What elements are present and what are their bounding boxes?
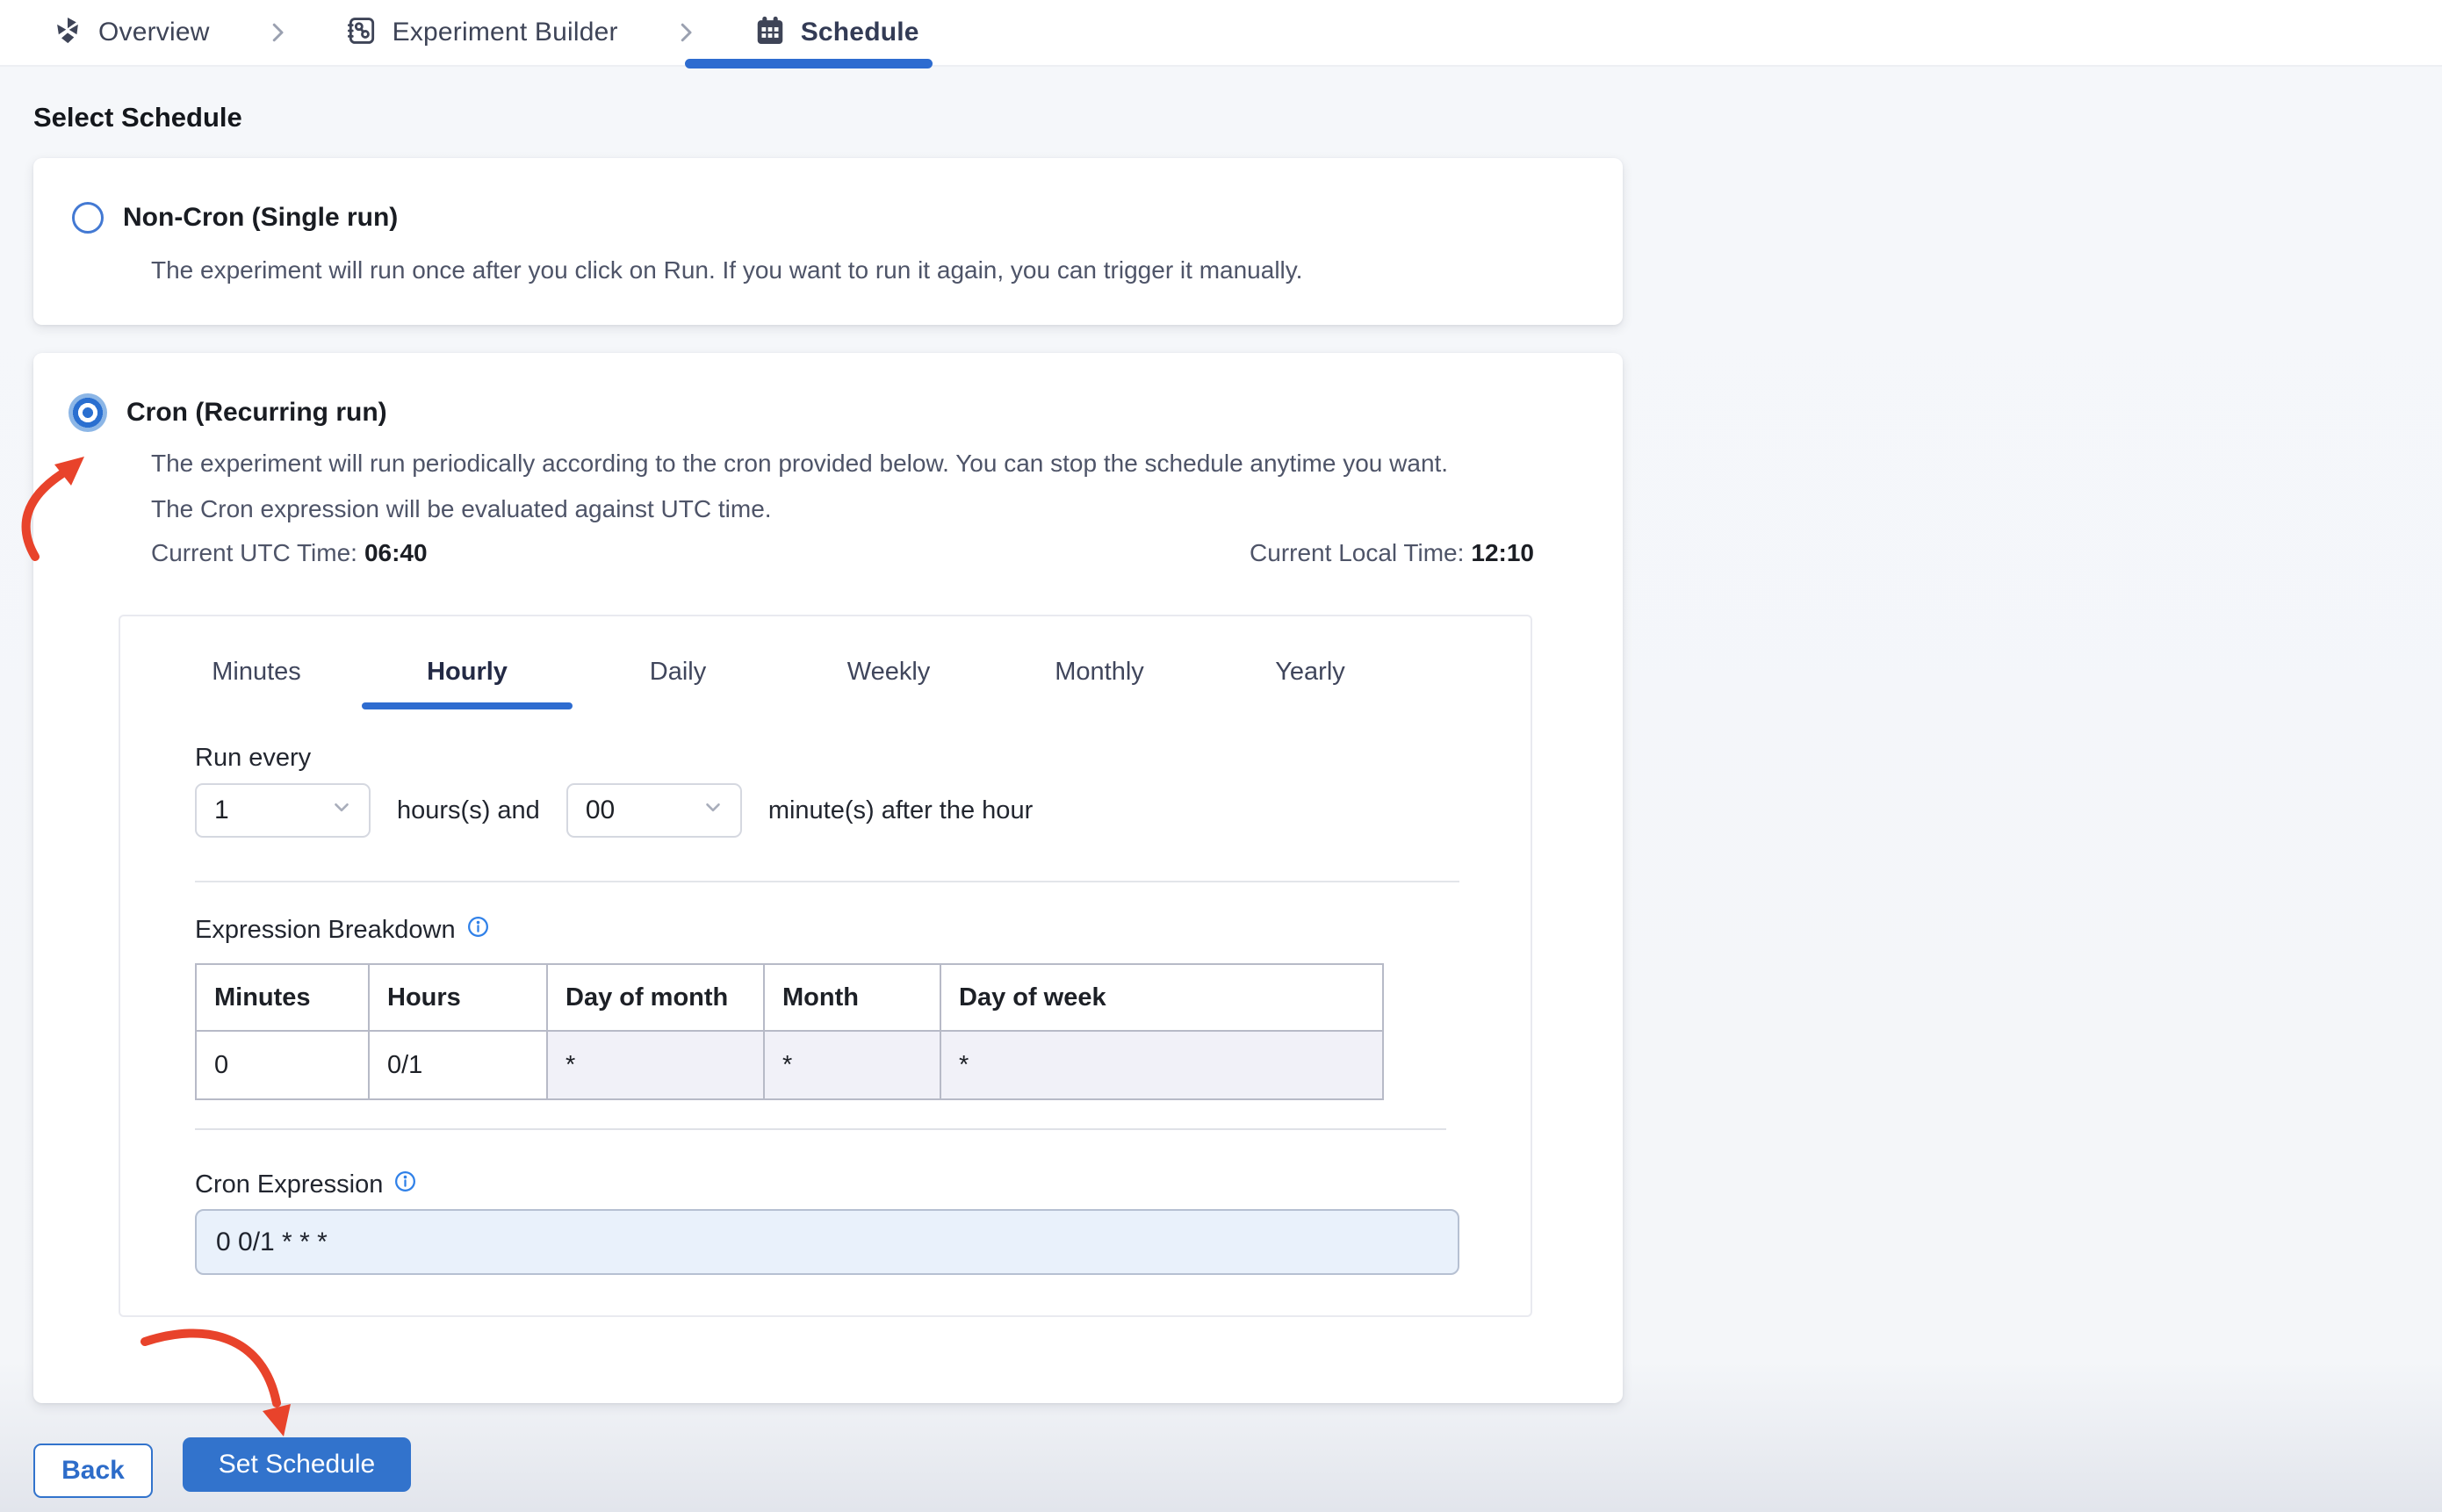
back-button[interactable]: Back [33, 1444, 153, 1498]
active-tab-underline [685, 59, 933, 68]
local-time-value: 12:10 [1471, 539, 1534, 566]
cron-builder-tabs: Minutes Hourly Daily Weekly Monthly Year… [151, 634, 1415, 709]
hours-suffix-text: hours(s) and [397, 796, 540, 824]
non-cron-radio-row[interactable]: Non-Cron (Single run) [72, 202, 398, 234]
cron-description-line1: The experiment will run periodically acc… [151, 450, 1449, 477]
cron-builder-panel: Minutes Hourly Daily Weekly Monthly Year… [119, 615, 1532, 1317]
col-header-day-of-week: Day of week [940, 963, 1384, 1032]
current-utc-time: Current UTC Time: 06:40 [151, 539, 428, 566]
minutes-select-value: 00 [585, 796, 616, 824]
section-divider [195, 1128, 1446, 1130]
tab-weekly[interactable]: Weekly [783, 634, 994, 709]
non-cron-description: The experiment will run once after you c… [151, 256, 1303, 284]
breadcrumb-label-overview: Overview [98, 18, 210, 47]
chevron-down-icon [702, 796, 724, 825]
chevron-right-icon [673, 19, 699, 46]
current-local-time: Current Local Time: 12:10 [1250, 539, 1534, 566]
col-header-hours: Hours [368, 963, 548, 1032]
cell-day-of-month: * [546, 1030, 765, 1100]
tab-minutes[interactable]: Minutes [151, 634, 362, 709]
tab-hourly[interactable]: Hourly [362, 634, 573, 709]
non-cron-title: Non-Cron (Single run) [123, 203, 399, 232]
cron-radio-button[interactable] [68, 393, 107, 432]
top-navigation-bar: Overview Experiment Builder Schedule [0, 0, 2442, 68]
utc-time-value: 06:40 [364, 539, 428, 566]
breadcrumb-item-experiment-builder[interactable]: Experiment Builder [345, 14, 618, 52]
calendar-icon [753, 14, 787, 52]
cell-day-of-week: * [940, 1030, 1384, 1100]
tab-monthly[interactable]: Monthly [994, 634, 1205, 709]
cron-radio-row[interactable]: Cron (Recurring run) [68, 393, 387, 432]
page-title: Select Schedule [33, 102, 242, 133]
non-cron-option-card: Non-Cron (Single run) The experiment wil… [33, 158, 1623, 325]
expression-breakdown-label: Expression Breakdown [195, 915, 490, 946]
col-header-day-of-month: Day of month [546, 963, 765, 1032]
breadcrumb-label-experiment-builder: Experiment Builder [392, 18, 618, 47]
overview-icon [51, 14, 84, 52]
info-icon[interactable] [393, 1170, 417, 1200]
cell-month: * [763, 1030, 941, 1100]
run-every-label: Run every [195, 744, 312, 772]
hours-select-value: 1 [214, 796, 229, 824]
cell-hours: 0/1 [368, 1030, 548, 1100]
info-icon[interactable] [466, 915, 490, 946]
hours-select[interactable]: 1 [195, 783, 371, 838]
breadcrumb-label-schedule: Schedule [800, 18, 919, 47]
breadcrumb: Overview Experiment Builder Schedule [0, 0, 2442, 65]
col-header-minutes: Minutes [195, 963, 370, 1032]
section-divider [195, 881, 1459, 882]
experiment-builder-icon [345, 14, 378, 52]
non-cron-radio-button[interactable] [72, 202, 104, 234]
table-value-row: 0 0/1 * * * [195, 1030, 1384, 1100]
breadcrumb-item-overview[interactable]: Overview [51, 14, 210, 52]
cell-minutes: 0 [195, 1030, 370, 1100]
minutes-select[interactable]: 00 [565, 783, 742, 838]
col-header-month: Month [763, 963, 941, 1032]
breadcrumb-item-schedule[interactable]: Schedule [753, 14, 919, 52]
cron-option-card: Cron (Recurring run) The experiment will… [33, 353, 1623, 1403]
set-schedule-button[interactable]: Set Schedule [183, 1437, 411, 1492]
tab-daily[interactable]: Daily [573, 634, 783, 709]
minutes-suffix-text: minute(s) after the hour [767, 796, 1034, 824]
cron-expression-label: Cron Expression [195, 1170, 417, 1200]
chevron-right-icon [264, 19, 291, 46]
expression-breakdown-table: Minutes Hours Day of month Month Day of … [195, 963, 1384, 1100]
table-header-row: Minutes Hours Day of month Month Day of … [195, 963, 1384, 1032]
tab-yearly[interactable]: Yearly [1205, 634, 1415, 709]
cron-expression-input[interactable] [195, 1209, 1459, 1275]
chevron-down-icon [330, 796, 353, 825]
cron-title: Cron (Recurring run) [126, 398, 387, 427]
cron-description-line2: The Cron expression will be evaluated ag… [151, 495, 772, 522]
